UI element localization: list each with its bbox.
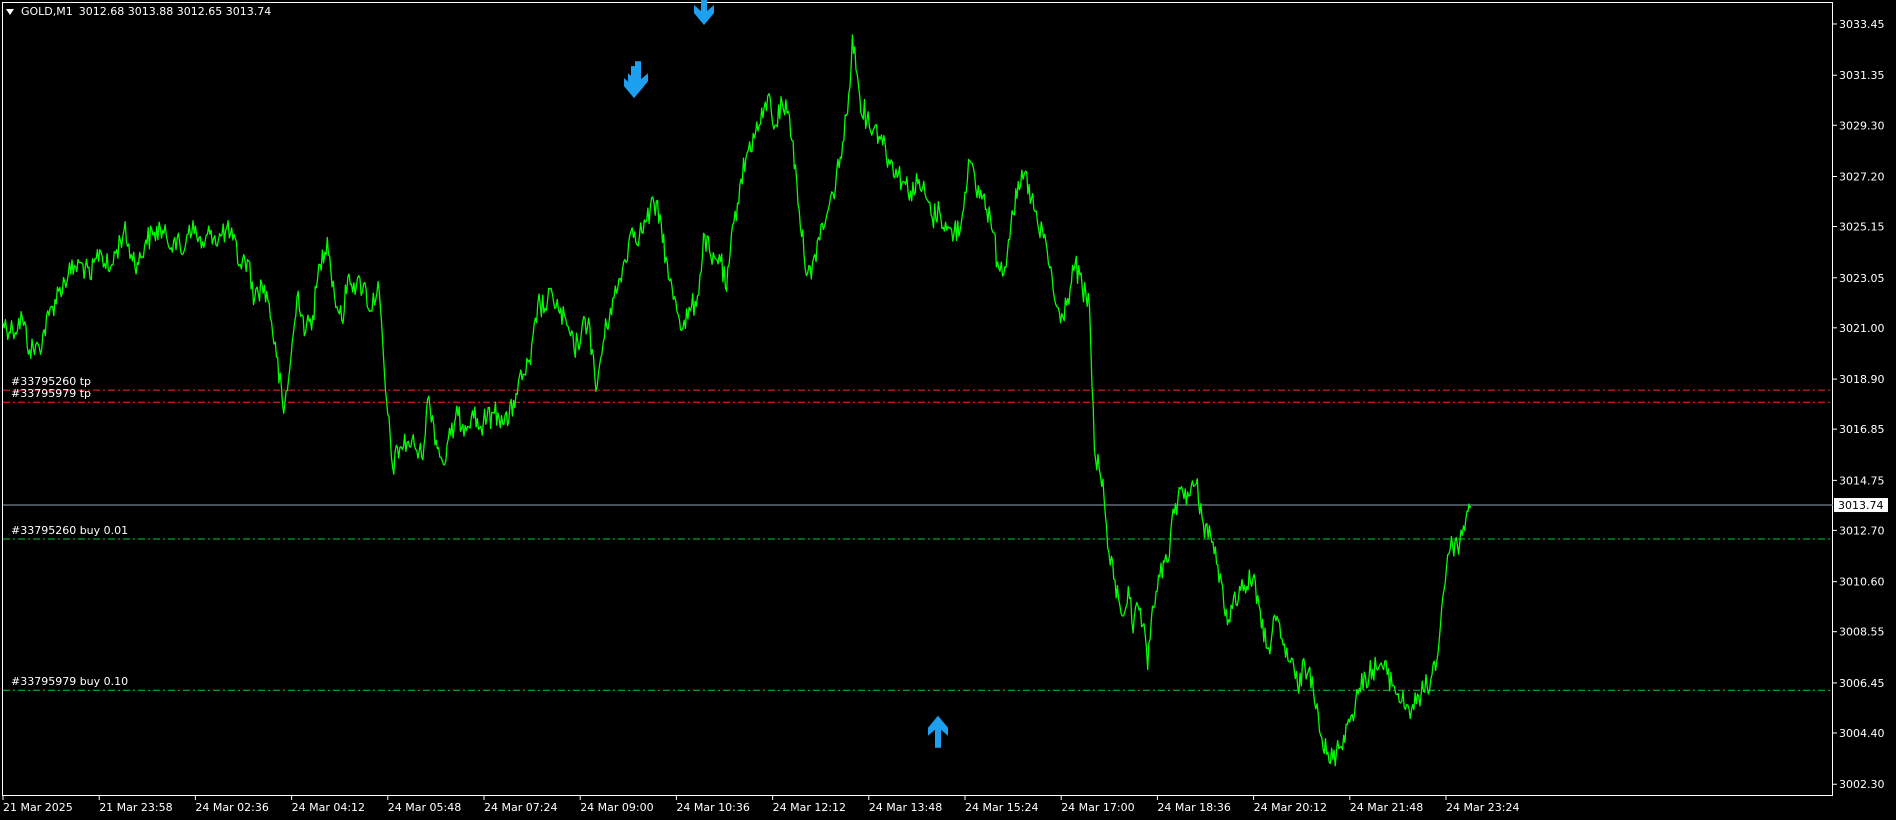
time-tick-label: 24 Mar 04:12 [292, 801, 365, 814]
time-tick-label: 24 Mar 17:00 [1061, 801, 1134, 814]
time-tick-label: 21 Mar 2025 [3, 801, 73, 814]
price-tick-label: 3004.40 [1839, 727, 1885, 740]
price-tick-label: 3014.75 [1839, 474, 1885, 487]
price-tick-label: 3002.30 [1839, 778, 1885, 791]
time-tick-label: 24 Mar 18:36 [1157, 801, 1230, 814]
time-tick-label: 24 Mar 21:48 [1350, 801, 1423, 814]
time-tick-label: 21 Mar 23:58 [99, 801, 172, 814]
time-tick-label: 24 Mar 02:36 [195, 801, 268, 814]
price-tick-label: 3029.30 [1839, 119, 1885, 132]
time-tick-label: 24 Mar 15:24 [965, 801, 1038, 814]
price-tick-label: 3006.45 [1839, 677, 1885, 690]
time-tick-label: 24 Mar 05:48 [388, 801, 461, 814]
tp-label-33795979: #33795979 tp [11, 387, 91, 401]
time-tick-label: 24 Mar 10:36 [676, 801, 749, 814]
price-tick-label: 3031.35 [1839, 69, 1885, 82]
time-tick-label: 24 Mar 07:24 [484, 801, 557, 814]
time-tick-label: 24 Mar 09:00 [580, 801, 653, 814]
price-tick-label: 3008.55 [1839, 626, 1885, 639]
price-tick-label: 3012.70 [1839, 524, 1885, 537]
buy-label-33795260: #33795260 buy 0.01 [11, 523, 129, 537]
price-chart[interactable]: 3033.45 3031.35 3029.30 3027.20 3025.15 3023.… [0, 0, 1896, 820]
price-tick-label: 3023.05 [1839, 272, 1885, 285]
price-tick-label: 3016.85 [1839, 423, 1885, 436]
time-tick-label: 24 Mar 13:48 [869, 801, 942, 814]
ohlc-values: 3012.68 3013.88 3012.65 3013.74 [78, 5, 272, 18]
chart-window[interactable]: 3033.45 3031.35 3029.30 3027.20 3025.15 3023.… [0, 0, 1896, 820]
dropdown-triangle-icon[interactable] [6, 8, 14, 15]
current-price-marker: 3013.74 [1834, 498, 1888, 513]
price-tick-label: 3010.60 [1839, 576, 1885, 589]
buy-label-33795979: #33795979 buy 0.10 [11, 675, 129, 689]
price-tick-label: 3021.00 [1839, 322, 1885, 335]
price-tick-label: 3025.15 [1839, 221, 1885, 234]
price-tick-label: 3027.20 [1839, 171, 1885, 184]
symbol-name: GOLD,M1 [21, 5, 73, 18]
time-tick-label: 24 Mar 20:12 [1254, 801, 1327, 814]
time-tick-label: 24 Mar 23:24 [1446, 801, 1519, 814]
price-tick-label: 3033.45 [1839, 18, 1885, 31]
time-tick-label: 24 Mar 12:12 [773, 801, 846, 814]
symbol-info-bar[interactable]: GOLD,M1 3012.68 3013.88 3012.65 3013.74 [6, 5, 271, 18]
price-tick-label: 3018.90 [1839, 373, 1885, 386]
current-price-label: 3013.74 [1838, 499, 1884, 512]
tp-label-33795260: #33795260 tp [11, 375, 91, 389]
